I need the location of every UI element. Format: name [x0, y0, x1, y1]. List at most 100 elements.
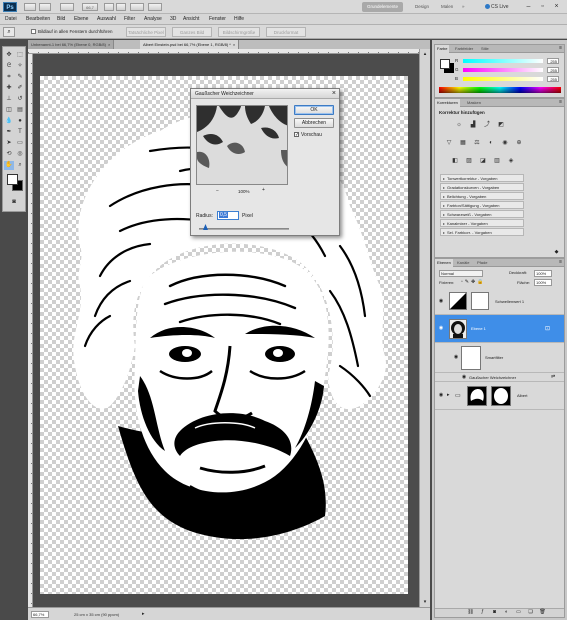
fill-field[interactable]: 100% — [534, 279, 552, 286]
brush-tool-icon[interactable]: ✐ — [15, 84, 25, 93]
cancel-button[interactable]: Abbrechen — [294, 118, 334, 128]
preset-selektive-farbkorrektur[interactable]: ▸ Sel. Farbkorr. - Vorgaben — [440, 228, 524, 236]
vibrance-icon[interactable]: ▽ — [445, 139, 453, 147]
new-adjustment-icon[interactable]: ◐ — [503, 609, 510, 615]
layer-style-icon[interactable]: ƒ — [479, 609, 486, 615]
visibility-eye-icon[interactable]: ◉ — [438, 326, 444, 331]
blur-tool-icon[interactable]: 💧 — [4, 117, 14, 126]
preset-farbton-saettigung[interactable]: ▸ Farbton/Sättigung - Vorgaben — [440, 201, 524, 209]
tab-pfade[interactable]: Pfade — [475, 259, 489, 267]
status-zoom-field[interactable]: 66,7% — [31, 611, 49, 618]
visibility-eye-icon[interactable]: ◉ — [438, 299, 444, 304]
close-icon[interactable]: × — [551, 2, 562, 12]
curves-icon[interactable]: ⤴ — [483, 121, 491, 129]
menu-hilfe[interactable]: Hilfe — [234, 16, 244, 22]
crop-tool-icon[interactable]: ⌗ — [4, 73, 14, 82]
actual-pixels-button[interactable]: Tatsächliche Pixel — [126, 27, 166, 37]
history-brush-icon[interactable]: ↺ — [15, 95, 25, 104]
panel-footer-icon[interactable]: ◆ — [553, 249, 560, 255]
tab-kanaele[interactable]: Kanäle — [455, 259, 471, 267]
panel-menu-icon[interactable]: ≡ — [559, 45, 562, 52]
channel-slider-r[interactable] — [463, 59, 543, 63]
channel-slider-b[interactable] — [463, 77, 543, 81]
healing-brush-icon[interactable]: ✚ — [4, 84, 14, 93]
add-mask-icon[interactable]: ◙ — [491, 609, 498, 615]
cs-live-button[interactable]: CS Live — [485, 2, 509, 12]
type-tool-icon[interactable]: T — [15, 128, 25, 137]
expand-arrow-icon[interactable]: ▸ — [447, 392, 450, 398]
layer-row-smartfilter[interactable]: ◉ Smartfilter — [435, 343, 564, 373]
preset-schwarzweiss[interactable]: ▸ Schwarzweiß - Vorgaben — [440, 210, 524, 218]
maximize-icon[interactable]: ▫ — [537, 2, 548, 12]
document-tab-einstein[interactable]: Albert Einstein.psd bei 66,7% (Ebene 1, … — [140, 40, 240, 49]
menu-fenster[interactable]: Fenster — [209, 16, 226, 22]
preset-belichtung[interactable]: ▸ Belichtung - Vorgaben — [440, 192, 524, 200]
tab-stile[interactable]: Stile — [479, 45, 491, 53]
move-tool-icon[interactable]: ✥ — [4, 51, 14, 60]
menu-3d[interactable]: 3D — [170, 16, 176, 22]
tab-farbfelder[interactable]: Farbfelder — [453, 45, 475, 53]
eyedropper-icon[interactable]: ✎ — [15, 73, 25, 82]
bridge-button[interactable] — [24, 3, 36, 11]
opacity-field[interactable]: 100% — [534, 270, 552, 277]
hand-tool-button[interactable] — [104, 3, 114, 11]
zoom-tool-icon[interactable]: ⌕ — [15, 161, 25, 170]
radius-slider-track[interactable] — [199, 228, 289, 230]
layer-row-gaussian-blur[interactable]: ◉ Gaußscher Weichzeichner ⇌ — [435, 373, 564, 382]
visibility-eye-icon[interactable]: ◉ — [453, 355, 459, 360]
panel-menu-icon[interactable]: ≡ — [559, 99, 562, 106]
filter-options-icon[interactable]: ⇌ — [551, 374, 555, 380]
radius-input[interactable]: 0,5 — [217, 211, 239, 220]
hue-saturation-icon[interactable]: ▦ — [459, 139, 467, 147]
workspace-design[interactable]: Design — [410, 2, 434, 12]
visibility-eye-icon[interactable]: ◉ — [438, 393, 444, 398]
eraser-tool-icon[interactable]: ◫ — [4, 106, 14, 115]
close-tab-icon[interactable]: × — [108, 42, 110, 47]
exposure-icon[interactable]: ◩ — [497, 121, 505, 129]
menu-filter[interactable]: Filter — [124, 16, 135, 22]
group-mask-thumbnail[interactable] — [491, 386, 511, 406]
menu-auswahl[interactable]: Auswahl — [97, 16, 116, 22]
3d-orbit-icon[interactable]: ◎ — [15, 150, 25, 159]
blend-mode-select[interactable]: Normal — [439, 270, 483, 277]
menu-ebene[interactable]: Ebene — [74, 16, 88, 22]
vertical-scrollbar[interactable]: ▴ ▾ — [419, 49, 430, 607]
screen-mode-button[interactable] — [148, 3, 162, 11]
preview-checkbox[interactable]: ✓ — [294, 132, 299, 138]
gradient-tool-icon[interactable]: ▤ — [15, 106, 25, 115]
menu-analyse[interactable]: Analyse — [144, 16, 162, 22]
dialog-close-icon[interactable]: × — [332, 89, 336, 99]
shape-tool-icon[interactable]: ▭ — [15, 139, 25, 148]
channel-slider-g[interactable] — [463, 68, 543, 72]
tool-preset-zoom-icon[interactable]: ⌕ — [3, 27, 15, 37]
fit-screen-button[interactable]: Ganzes Bild — [172, 27, 212, 37]
color-spectrum-bar[interactable] — [439, 87, 561, 93]
tab-masken[interactable]: Masken — [465, 99, 483, 107]
workspace-more-icon[interactable]: » — [462, 2, 465, 12]
magic-wand-icon[interactable]: ✧ — [15, 62, 25, 71]
print-size-button[interactable]: Druckformat — [266, 27, 306, 37]
quick-mask-icon[interactable]: ◙ — [9, 198, 19, 207]
link-layers-icon[interactable]: ⛓ — [467, 609, 474, 615]
layer-row-albert[interactable]: ◉ ▸ ▭ Albert — [435, 382, 564, 410]
clone-stamp-icon[interactable]: ⊥ — [4, 95, 14, 104]
brightness-contrast-icon[interactable]: ☼ — [455, 121, 463, 129]
layer-mask-thumbnail[interactable] — [471, 292, 489, 310]
hand-tool-icon[interactable]: ✋ — [4, 161, 14, 170]
new-group-icon[interactable]: ▭ — [515, 609, 522, 615]
workspace-essentials[interactable]: Grundelemente — [362, 2, 404, 12]
minimize-icon[interactable]: – — [523, 2, 534, 12]
levels-icon[interactable]: ▟ — [469, 121, 477, 129]
workspace-painting[interactable]: Malen — [436, 2, 458, 12]
pen-tool-icon[interactable]: ✒ — [4, 128, 14, 137]
scroll-down-icon[interactable]: ▾ — [421, 599, 429, 605]
new-layer-icon[interactable]: ❏ — [527, 609, 534, 615]
tab-farbe[interactable]: Farbe — [435, 45, 450, 53]
preset-gradationskurven[interactable]: ▸ Gradationskurven - Vorgaben — [440, 183, 524, 191]
black-white-icon[interactable]: ◐ — [487, 139, 495, 147]
channel-value-b[interactable]: 255 — [547, 76, 559, 82]
blur-preview-window[interactable] — [196, 105, 288, 185]
foreground-color-swatch[interactable] — [7, 174, 18, 185]
visibility-eye-icon[interactable]: ◉ — [461, 375, 467, 380]
tab-korrekturen[interactable]: Korrekturen — [435, 99, 460, 107]
